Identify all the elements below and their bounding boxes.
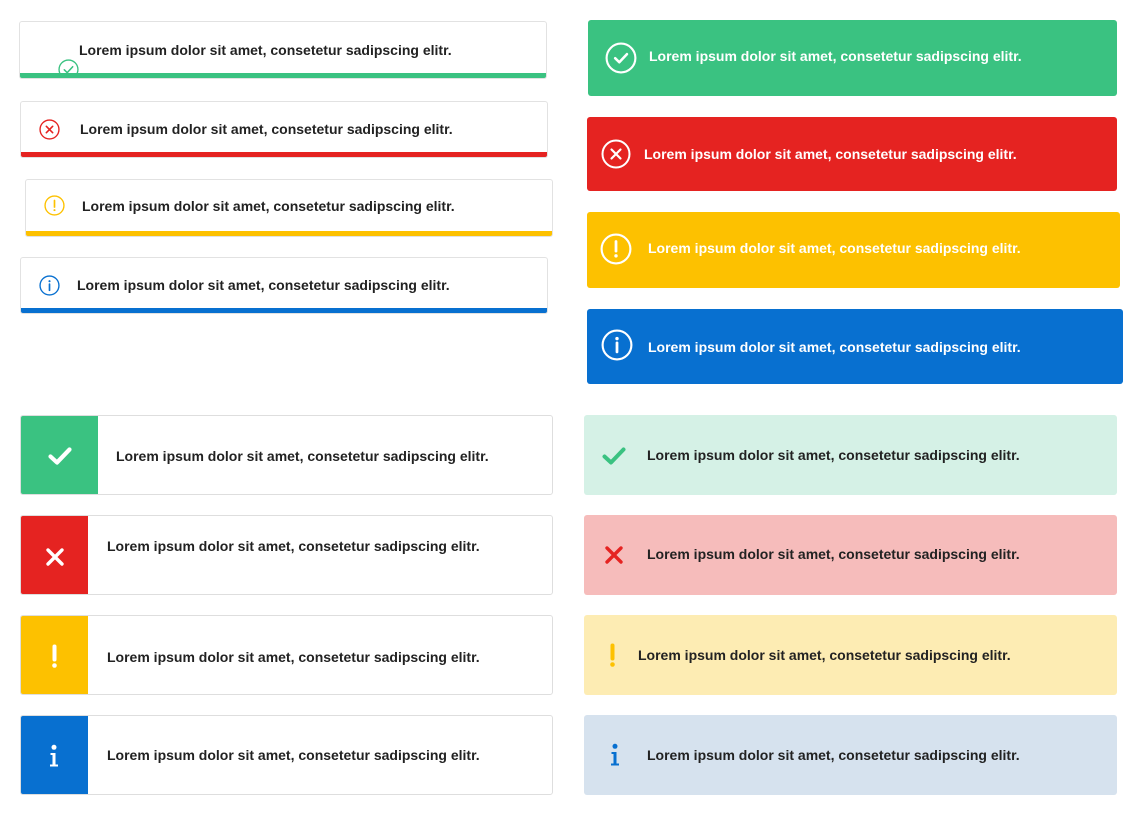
info-alert-solid: Lorem ipsum dolor sit amet, consetetur s… [587, 309, 1123, 384]
alert-bottom-bar [20, 73, 546, 78]
info-icon [611, 743, 619, 766]
warning-alert-solid: Lorem ipsum dolor sit amet, consetetur s… [587, 212, 1120, 288]
alert-message: Lorem ipsum dolor sit amet, consetetur s… [82, 198, 455, 214]
alert-message: Lorem ipsum dolor sit amet, consetetur s… [638, 647, 1011, 663]
alert-message: Lorem ipsum dolor sit amet, consetetur s… [649, 48, 1022, 64]
alert-message: Lorem ipsum dolor sit amet, consetetur s… [107, 747, 480, 763]
info-circle-icon [39, 275, 60, 296]
exclamation-circle-icon [44, 195, 65, 216]
alert-message: Lorem ipsum dolor sit amet, consetetur s… [647, 546, 1020, 562]
alert-message: Lorem ipsum dolor sit amet, consetetur s… [107, 538, 480, 554]
alert-message: Lorem ipsum dolor sit amet, consetetur s… [648, 339, 1021, 355]
warning-alert-bar: Lorem ipsum dolor sit amet, consetetur s… [25, 179, 553, 237]
alert-icon-block [21, 516, 88, 594]
exclamation-icon [52, 644, 57, 668]
info-alert-bar: Lorem ipsum dolor sit amet, consetetur s… [20, 257, 548, 314]
x-circle-icon [601, 139, 631, 169]
alert-message: Lorem ipsum dolor sit amet, consetetur s… [107, 649, 480, 665]
check-icon [48, 447, 72, 465]
error-alert-solid: Lorem ipsum dolor sit amet, consetetur s… [587, 117, 1117, 191]
alert-message: Lorem ipsum dolor sit amet, consetetur s… [77, 277, 450, 293]
close-icon [605, 546, 623, 564]
alert-icon-block [21, 616, 88, 694]
alert-bottom-bar [21, 152, 547, 157]
alert-message: Lorem ipsum dolor sit amet, consetetur s… [647, 447, 1020, 463]
alert-message: Lorem ipsum dolor sit amet, consetetur s… [644, 146, 1017, 162]
alert-message: Lorem ipsum dolor sit amet, consetetur s… [80, 121, 453, 137]
success-alert-solid: Lorem ipsum dolor sit amet, consetetur s… [588, 20, 1117, 96]
warning-alert-tint: Lorem ipsum dolor sit amet, consetetur s… [584, 615, 1117, 695]
exclamation-circle-icon [600, 233, 632, 265]
info-alert-block: Lorem ipsum dolor sit amet, consetetur s… [20, 715, 553, 795]
alert-message: Lorem ipsum dolor sit amet, consetetur s… [648, 240, 1021, 256]
alert-message: Lorem ipsum dolor sit amet, consetetur s… [116, 448, 489, 464]
error-alert-bar: Lorem ipsum dolor sit amet, consetetur s… [20, 101, 548, 158]
alert-icon-block [21, 716, 88, 794]
info-icon [50, 744, 58, 767]
alert-message: Lorem ipsum dolor sit amet, consetetur s… [647, 747, 1020, 763]
alert-icon-block [21, 416, 98, 494]
success-alert-block: Lorem ipsum dolor sit amet, consetetur s… [20, 415, 553, 495]
x-circle-icon [39, 119, 60, 140]
alert-message: Lorem ipsum dolor sit amet, consetetur s… [79, 42, 452, 58]
check-icon [602, 447, 626, 465]
info-alert-tint: Lorem ipsum dolor sit amet, consetetur s… [584, 715, 1117, 795]
success-alert-bar: Lorem ipsum dolor sit amet, consetetur s… [19, 21, 547, 79]
error-alert-block: Lorem ipsum dolor sit amet, consetetur s… [20, 515, 553, 595]
info-circle-icon [601, 329, 633, 361]
error-alert-tint: Lorem ipsum dolor sit amet, consetetur s… [584, 515, 1117, 595]
success-alert-tint: Lorem ipsum dolor sit amet, consetetur s… [584, 415, 1117, 495]
alert-bottom-bar [26, 231, 552, 236]
alert-bottom-bar [21, 308, 547, 313]
warning-alert-block: Lorem ipsum dolor sit amet, consetetur s… [20, 615, 553, 695]
exclamation-icon [610, 643, 615, 667]
close-icon [46, 548, 64, 566]
check-circle-icon [605, 42, 637, 74]
